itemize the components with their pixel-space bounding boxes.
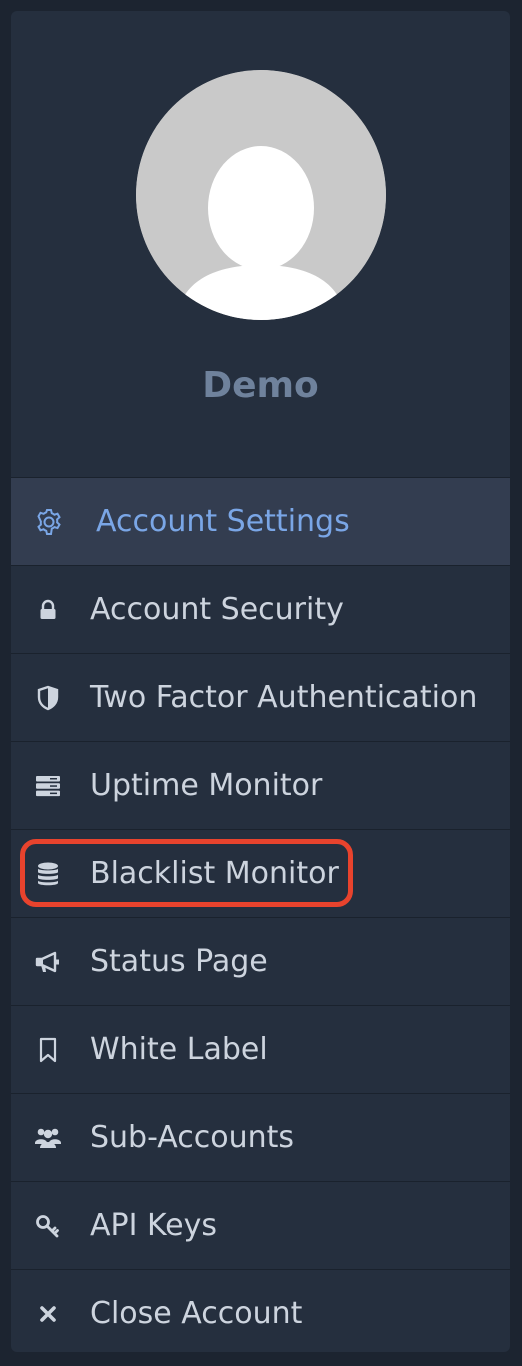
menu-item-label: Status Page [90,944,268,979]
megaphone-icon [33,947,63,977]
lock-icon [33,595,63,625]
username: Demo [202,365,319,406]
menu-item-label: Two Factor Authentication [90,680,478,715]
menu-item-label: Close Account [90,1296,303,1331]
menu-item-label: Account Settings [96,504,350,539]
menu-item-label: Blacklist Monitor [90,856,339,891]
database-icon [33,859,63,889]
server-icon [33,771,63,801]
account-sidebar: Demo Account Settings Account Security T… [11,11,510,1352]
close-icon [33,1299,63,1329]
menu-item-label: API Keys [90,1208,218,1243]
bookmark-icon [33,1035,63,1065]
profile-section: Demo [11,11,510,477]
menu-item-label: Account Security [90,592,344,627]
gear-icon [34,507,64,537]
avatar [136,70,386,320]
menu-item-label: Sub-Accounts [90,1120,295,1155]
menu-item-white-label[interactable]: White Label [11,1005,510,1093]
menu-item-label: White Label [90,1032,268,1067]
menu-item-close-account[interactable]: Close Account [11,1269,510,1352]
menu-item-status-page[interactable]: Status Page [11,917,510,1005]
user-silhouette-icon [136,70,386,320]
key-icon [33,1211,63,1241]
menu-item-blacklist-monitor[interactable]: Blacklist Monitor [11,829,510,917]
menu-item-account-settings[interactable]: Account Settings [11,477,510,565]
menu-item-sub-accounts[interactable]: Sub-Accounts [11,1093,510,1181]
settings-menu: Account Settings Account Security Two Fa… [11,477,510,1352]
shield-icon [33,683,63,713]
menu-item-api-keys[interactable]: API Keys [11,1181,510,1269]
users-icon [33,1123,63,1153]
menu-item-label: Uptime Monitor [90,768,323,803]
menu-item-account-security[interactable]: Account Security [11,565,510,653]
menu-item-two-factor-authentication[interactable]: Two Factor Authentication [11,653,510,741]
menu-item-uptime-monitor[interactable]: Uptime Monitor [11,741,510,829]
